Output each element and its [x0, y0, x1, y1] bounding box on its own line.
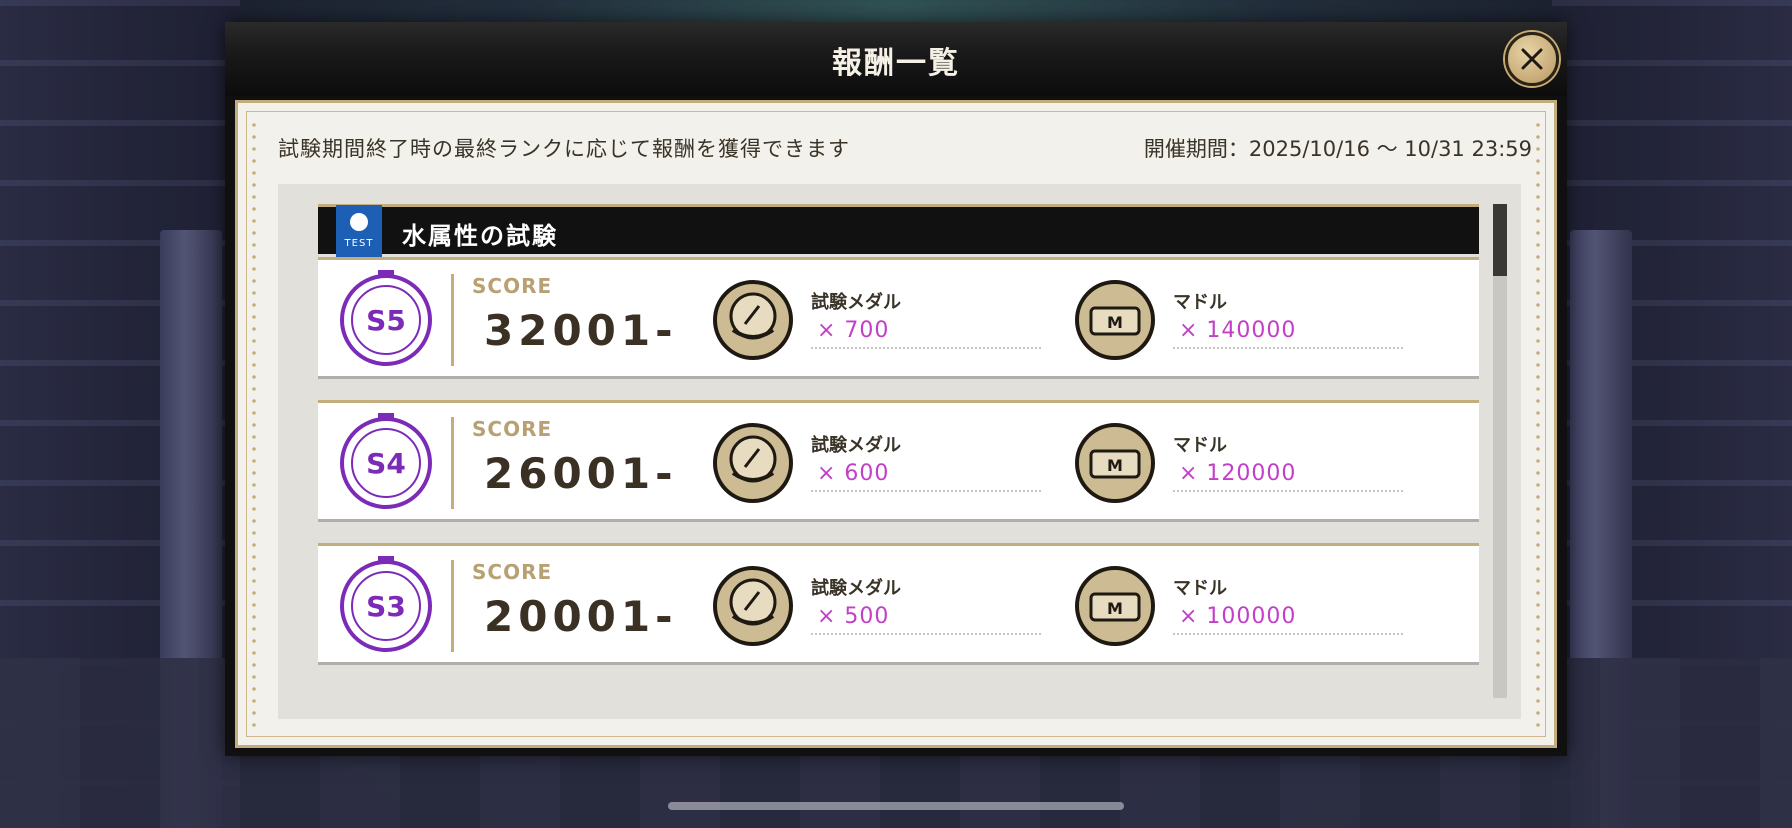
reward-item-quantity: × 700: [811, 318, 1041, 349]
water-drop-icon: [350, 213, 368, 231]
rank-label: S5: [366, 304, 406, 337]
svg-text:M: M: [1107, 313, 1123, 332]
section-header: TEST 水属性の試験: [318, 204, 1479, 267]
reward-item-quantity: × 500: [811, 604, 1041, 635]
reward-item-quantity: × 100000: [1173, 604, 1403, 635]
close-button[interactable]: [1505, 32, 1559, 86]
svg-text:M: M: [1107, 599, 1123, 618]
score-threshold: 20001-: [484, 592, 678, 641]
close-icon: [1521, 48, 1543, 70]
reward-item-name: 試験メダル: [811, 435, 901, 456]
modal-title: 報酬一覧: [832, 46, 960, 81]
rank-emblem-icon: S5: [340, 270, 432, 366]
score-label: SCORE: [472, 274, 553, 298]
svg-text:M: M: [1107, 456, 1123, 475]
event-period: 開催期間：2025/10/16 〜 10/31 23:59: [1143, 137, 1532, 161]
reward-row: S5 SCORE 32001- 試験メダル × 700 M マドル × 1400…: [318, 257, 1479, 379]
row-divider: [451, 560, 454, 652]
score-label: SCORE: [472, 560, 553, 584]
badge-label: TEST: [344, 238, 374, 249]
exam-medal-icon: [713, 423, 793, 503]
score-label: SCORE: [472, 417, 553, 441]
reward-item-quantity: × 600: [811, 461, 1041, 492]
reward-item-name: 試験メダル: [811, 292, 901, 313]
reward-item-quantity: × 140000: [1173, 318, 1403, 349]
madol-icon: M: [1075, 280, 1155, 360]
rank-emblem-icon: S4: [340, 413, 432, 509]
reward-list-modal: 報酬一覧 試験期間終了時の最終ランクに応じて報酬を獲得できます 開催期間：202…: [225, 22, 1567, 756]
reward-description: 試験期間終了時の最終ランクに応じて報酬を獲得できます: [278, 137, 850, 161]
row-divider: [451, 274, 454, 366]
reward-list-panel[interactable]: TEST 水属性の試験 S5 SCORE 32001- 試験メダル × 700 …: [278, 184, 1521, 719]
score-threshold: 26001-: [484, 449, 678, 498]
row-divider: [451, 417, 454, 509]
score-threshold: 32001-: [484, 306, 678, 355]
rank-label: S3: [366, 590, 406, 623]
reward-item-name: マドル: [1173, 435, 1227, 456]
scrollbar-thumb[interactable]: [1493, 204, 1507, 276]
reward-item-name: マドル: [1173, 292, 1227, 313]
reward-item-name: 試験メダル: [811, 578, 901, 599]
section-title: 水属性の試験: [402, 222, 558, 250]
modal-body: 試験期間終了時の最終ランクに応じて報酬を獲得できます 開催期間：2025/10/…: [235, 100, 1557, 748]
reward-row: S3 SCORE 20001- 試験メダル × 500 M マドル × 1000…: [318, 543, 1479, 665]
rank-label: S4: [366, 447, 406, 480]
madol-icon: M: [1075, 423, 1155, 503]
scrollbar[interactable]: [1493, 204, 1507, 698]
frame-dots-right: [1536, 119, 1540, 729]
madol-icon: M: [1075, 566, 1155, 646]
exam-medal-icon: [713, 566, 793, 646]
exam-medal-icon: [713, 280, 793, 360]
home-indicator[interactable]: [668, 802, 1124, 810]
modal-header: 報酬一覧: [225, 22, 1567, 96]
reward-row: S4 SCORE 26001- 試験メダル × 600 M マドル × 1200…: [318, 400, 1479, 522]
reward-item-quantity: × 120000: [1173, 461, 1403, 492]
reward-item-name: マドル: [1173, 578, 1227, 599]
frame-dots-left: [252, 119, 256, 729]
rank-emblem-icon: S3: [340, 556, 432, 652]
